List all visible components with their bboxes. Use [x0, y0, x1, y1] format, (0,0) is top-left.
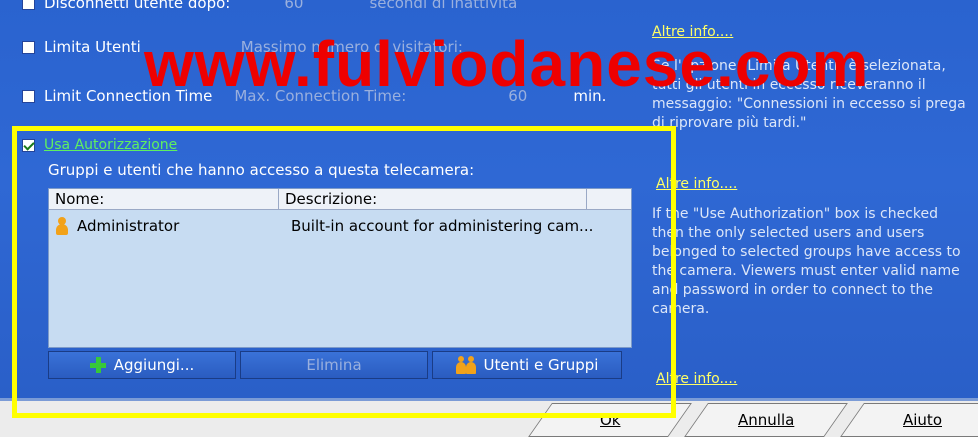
disconnect-row: Disconnetti utente dopo: 60 secondi di i… — [22, 0, 517, 14]
limit-users-label: Limita Utenti — [44, 38, 141, 56]
disconnect-checkbox[interactable] — [22, 0, 35, 10]
cancel-button[interactable]: Annulla — [684, 403, 848, 437]
disconnect-unit: secondi di inattività — [369, 0, 518, 12]
help-text-2: If the "Use Authorization" box is checke… — [652, 206, 961, 317]
limit-time-checkbox[interactable] — [22, 89, 35, 103]
cancel-button-label: Annulla — [737, 411, 795, 429]
disconnect-value[interactable]: 60 — [284, 0, 303, 12]
disconnect-label: Disconnetti utente dopo: — [44, 0, 231, 12]
highlight-frame — [12, 126, 676, 418]
watermark-text: www.fulviodanese.com — [144, 28, 870, 100]
help-button[interactable]: Aiuto — [840, 403, 978, 437]
limit-users-checkbox[interactable] — [22, 40, 35, 54]
help-button-label: Aiuto — [902, 411, 942, 429]
